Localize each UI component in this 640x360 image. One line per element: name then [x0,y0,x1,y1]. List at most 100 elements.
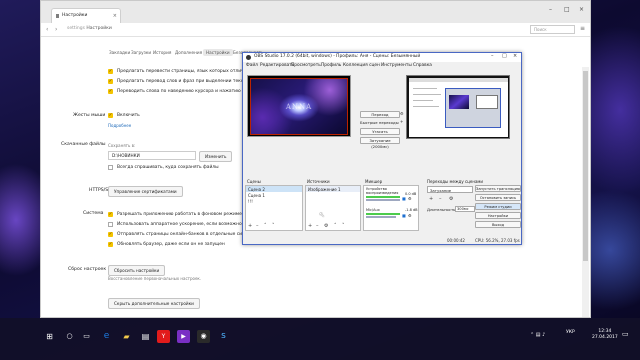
banking-checkbox[interactable]: ✓ [108,232,113,237]
add-source-icon[interactable]: + [308,223,312,229]
obs-preview[interactable]: ANNA [247,75,351,137]
tray-icons[interactable]: ⌃ ▤ ♪ [530,332,545,338]
scene-item[interactable]: Сцена 2 [246,186,302,192]
search-icon[interactable]: ○ [63,330,76,343]
mixer-settings-icon[interactable]: ⚙ [408,213,412,218]
nav-bookmarks[interactable]: Закладки [109,50,130,55]
hw-accel-checkbox[interactable] [108,222,113,227]
program-line [413,94,441,95]
start-icon[interactable]: ⊞ [43,330,56,343]
translate-hover-checkbox[interactable]: ✓ [108,89,113,94]
move-up-icon[interactable]: ˄ [334,223,337,229]
quick-transition-select[interactable]: Угасать [360,128,400,135]
transition-select[interactable]: Затухание [427,186,473,193]
source-settings-icon[interactable]: ⚙ [324,223,328,229]
obs-close-icon[interactable]: × [513,53,517,59]
start-streaming-button[interactable]: Запустить трансляцию [475,185,521,192]
move-up-icon[interactable]: ˄ [264,223,267,229]
store-icon[interactable]: ▤ [139,330,152,343]
obs-menu-help[interactable]: Справка [413,63,432,68]
remove-scene-icon[interactable]: – [256,223,259,229]
skype-icon[interactable]: s [217,330,230,343]
settings-button[interactable]: Настройки [475,212,521,219]
transition-properties-icon[interactable]: ⚙ [449,196,453,202]
obs-menu-file[interactable]: Файл [246,63,258,68]
mixer-settings-icon[interactable]: ⚙ [408,196,412,201]
mixer-mic-slider[interactable] [366,216,396,218]
remove-source-icon[interactable]: – [316,223,319,229]
mixer-device-slider[interactable] [366,199,400,201]
obs-menu-scene-collection[interactable]: Коллекция сцен [343,63,380,68]
explorer-icon[interactable]: ▰ [120,330,133,343]
certificates-button[interactable]: Управление сертификатами [108,186,183,197]
quick-duration-select[interactable]: Затухание (2000мс) [360,137,400,149]
edge-icon[interactable]: e [100,330,113,343]
forward-icon[interactable]: › [55,26,57,33]
obs-menu-profile[interactable]: Профиль [321,63,341,68]
mic-icon[interactable]: ■ [402,213,406,218]
scrollbar-thumb[interactable] [583,71,588,261]
mouse-cursor-icon: ↖ [319,211,325,219]
address-bar: ‹ › settings Настройки Поиск ≡ [41,23,590,37]
rec-time: 00:00:42 [447,238,465,243]
source-item[interactable]: Изображение 1 [306,186,360,192]
exit-button[interactable]: Выход [475,221,521,228]
translate-checkbox[interactable]: ✓ [108,69,113,74]
background-mode-checkbox[interactable]: ✓ [108,212,113,217]
add-transition-icon[interactable]: + [429,196,433,202]
duration-input[interactable]: 300мс [455,206,475,212]
obs-program[interactable] [406,75,510,139]
obs-menu-edit[interactable]: Редактировать [260,63,294,68]
scene-item[interactable]: Сцена 1 [248,193,265,198]
url-field[interactable]: settings Настройки [67,26,112,31]
gestures-more-link[interactable]: Подробнее [108,123,131,128]
add-quick-transition-icon[interactable]: + [400,119,403,124]
download-path-field[interactable]: D:\НОВИНКИ [108,151,196,160]
task-view-icon[interactable]: ▭ [80,330,93,343]
transition-button[interactable]: Переход [360,111,400,118]
translate-selection-checkbox[interactable]: ✓ [108,79,113,84]
menu-icon[interactable]: ≡ [580,25,585,32]
change-path-button[interactable]: Изменить [199,151,233,162]
transition-settings-icon[interactable]: ⚙ [400,111,404,116]
gestures-checkbox[interactable]: ✓ [108,113,113,118]
keyboard-language[interactable]: УКР [566,330,575,335]
scenes-header: Сцены [247,179,261,184]
move-down-icon[interactable]: ˅ [342,223,345,229]
maximize-icon[interactable]: □ [564,6,570,13]
remove-transition-icon[interactable]: – [439,196,442,202]
hide-advanced-button[interactable]: Скрыть дополнительные настройки [108,298,200,309]
notifications-icon[interactable]: ▭ [622,330,629,338]
nav-history[interactable]: История [153,50,171,55]
clock[interactable]: 12:34 27.04.2017 [592,329,618,341]
downloads-section-title: Скачанные файлы [61,142,106,147]
search-input[interactable]: Поиск [530,25,575,34]
tab-settings[interactable]: Настройки × [51,8,121,23]
obs-taskbar-icon[interactable]: ◉ [197,330,210,343]
close-tab-icon[interactable]: × [113,13,117,19]
nav-addons[interactable]: Дополнения [175,50,202,55]
program-image [409,78,508,137]
update-checkbox[interactable]: ✓ [108,242,113,247]
obs-title: OBS Studio 17.0.2 (64bit, windows) - Про… [254,54,421,59]
move-down-icon[interactable]: ˅ [272,223,275,229]
close-icon[interactable]: × [579,6,584,13]
minimize-icon[interactable]: – [549,6,552,13]
obs-menu-tools[interactable]: Инструменты [381,63,412,68]
reset-button[interactable]: Сбросить настройки [108,265,166,276]
back-icon[interactable]: ‹ [46,26,48,33]
nav-settings[interactable]: Настройки [203,49,233,56]
always-ask-checkbox[interactable] [108,165,113,170]
obs-minimize-icon[interactable]: – [491,53,494,59]
media-player-icon[interactable]: ▶ [177,330,190,343]
update-label: Обновлять браузер, даже если он не запущ… [117,242,225,247]
obs-menu-view[interactable]: Просмотреть [291,63,321,68]
scene-item[interactable]: !!! [248,199,253,204]
add-scene-icon[interactable]: + [248,223,252,229]
stop-recording-button[interactable]: Остановить запись [475,194,521,201]
yandex-browser-icon[interactable]: Y [157,330,170,343]
studio-mode-button[interactable]: Режим студии [475,203,521,210]
speaker-icon[interactable]: ■ [402,196,406,201]
nav-downloads[interactable]: Загрузки [131,50,151,55]
obs-maximize-icon[interactable]: □ [502,53,507,59]
